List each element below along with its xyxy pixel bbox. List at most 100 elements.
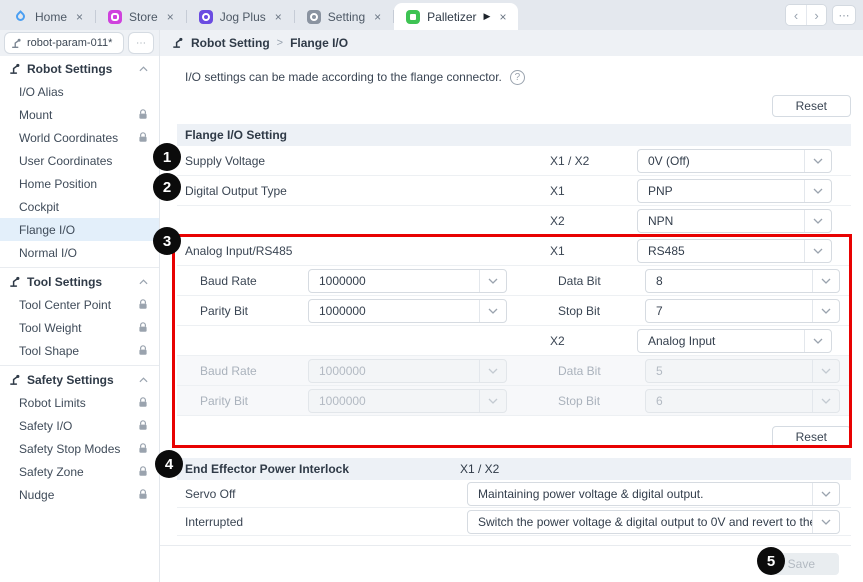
section-title: End Effector Power Interlock (185, 462, 460, 476)
sidebar-item-safety-stop-modes[interactable]: Safety Stop Modes (0, 437, 159, 460)
play-icon: ▶ (484, 11, 491, 22)
tab-palletizer[interactable]: Palletizer ▶ × (394, 3, 518, 30)
tab-jog-plus[interactable]: Jog Plus × (187, 3, 294, 30)
select-value: 1000000 (309, 360, 479, 382)
robot-param-field[interactable]: robot-param-011* (4, 32, 124, 54)
analog-x1-select[interactable]: RS485 (637, 239, 832, 263)
tab-back-button[interactable]: ‹ (786, 5, 806, 25)
select-value: PNP (638, 180, 804, 202)
row-label: Parity Bit (200, 304, 308, 318)
save-button[interactable]: Save (764, 553, 839, 575)
select-value: 7 (646, 300, 812, 322)
stop-bit-x1-select[interactable]: 7 (645, 299, 840, 323)
palletizer-app-icon (406, 10, 420, 24)
section-label: Safety Settings (27, 373, 114, 387)
lock-icon (138, 345, 148, 356)
tab-store[interactable]: Store × (96, 3, 186, 30)
chevron-down-icon (812, 270, 839, 292)
row-label: Digital Output Type (185, 184, 550, 198)
chevron-down-icon (804, 180, 831, 202)
jog-plus-app-icon (199, 10, 213, 24)
sidebar-item-cockpit[interactable]: Cockpit (0, 195, 159, 218)
item-label: Mount (19, 108, 52, 122)
tab-forward-button[interactable]: › (806, 5, 826, 25)
baud-rate-x2-select: 1000000 (308, 359, 507, 383)
section-divider (0, 267, 159, 268)
row-label: Baud Rate (200, 274, 308, 288)
parity-bit-x1-select[interactable]: 1000000 (308, 299, 507, 323)
section-label: Tool Settings (27, 275, 102, 289)
tab-label: Store (129, 10, 158, 24)
port-label: X1 (550, 244, 637, 258)
param-more-button[interactable]: ⋯ (128, 32, 154, 54)
reset-button-top[interactable]: Reset (772, 95, 851, 117)
sidebar-item-tool-shape[interactable]: Tool Shape (0, 339, 159, 362)
sidebar-item-world-coordinates[interactable]: World Coordinates (0, 126, 159, 149)
select-value: Analog Input (638, 330, 804, 352)
close-icon[interactable]: × (167, 10, 174, 24)
sidebar-item-normal-io[interactable]: Normal I/O (0, 241, 159, 264)
close-icon[interactable]: × (275, 10, 282, 24)
section-robot-settings[interactable]: Robot Settings (0, 58, 159, 80)
sidebar-item-user-coordinates[interactable]: User Coordinates (0, 149, 159, 172)
sidebar-item-nudge[interactable]: Nudge (0, 483, 159, 506)
port-label: Data Bit (558, 364, 645, 378)
section-tool-settings[interactable]: Tool Settings (0, 271, 159, 293)
item-label: Flange I/O (19, 223, 75, 237)
servo-off-select[interactable]: Maintaining power voltage & digital outp… (467, 482, 840, 506)
lock-icon (138, 132, 148, 143)
sidebar-item-tool-weight[interactable]: Tool Weight (0, 316, 159, 339)
item-label: User Coordinates (19, 154, 112, 168)
select-value: RS485 (638, 240, 804, 262)
section-safety-settings[interactable]: Safety Settings (0, 369, 159, 391)
baud-rate-x1-select[interactable]: 1000000 (308, 269, 507, 293)
data-bit-x1-select[interactable]: 8 (645, 269, 840, 293)
tab-setting[interactable]: Setting × (295, 3, 393, 30)
section-title: Flange I/O Setting (185, 128, 287, 142)
reset-button-analog[interactable]: Reset (772, 426, 851, 448)
robot-icon (172, 37, 184, 49)
lock-icon (138, 420, 148, 431)
tabbar-more-button[interactable]: ⋯ (832, 5, 856, 25)
table-row-supply-voltage: Supply Voltage X1 / X2 0V (Off) (177, 146, 851, 176)
chevron-up-icon (139, 66, 148, 72)
interrupted-select[interactable]: Switch the power voltage & digital outpu… (467, 510, 840, 534)
chevron-down-icon (812, 360, 839, 382)
close-icon[interactable]: × (374, 10, 381, 24)
analog-x2-select[interactable]: Analog Input (637, 329, 832, 353)
help-icon[interactable]: ? (510, 70, 525, 85)
breadcrumb-separator-icon: > (277, 37, 283, 49)
sidebar-item-mount[interactable]: Mount (0, 103, 159, 126)
chevron-down-icon (479, 300, 506, 322)
setting-app-icon (307, 10, 321, 24)
chevron-up-icon (139, 377, 148, 383)
sidebar-item-safety-io[interactable]: Safety I/O (0, 414, 159, 437)
supply-voltage-select[interactable]: 0V (Off) (637, 149, 832, 173)
tab-home[interactable]: Home × (2, 3, 95, 30)
select-value: 1000000 (309, 300, 479, 322)
tab-nav-group: ‹ › (785, 4, 827, 26)
breadcrumb-current: Flange I/O (290, 36, 348, 50)
sidebar-item-safety-zone[interactable]: Safety Zone (0, 460, 159, 483)
row-label: Supply Voltage (185, 154, 550, 168)
digital-output-x2-select[interactable]: NPN (637, 209, 832, 233)
tab-label: Home (35, 10, 67, 24)
lock-icon (138, 443, 148, 454)
close-icon[interactable]: × (76, 10, 83, 24)
digital-output-x1-select[interactable]: PNP (637, 179, 832, 203)
close-icon[interactable]: × (499, 10, 506, 24)
item-label: Safety I/O (19, 419, 72, 433)
breadcrumb-root[interactable]: Robot Setting (191, 36, 270, 50)
row-label: Baud Rate (200, 364, 308, 378)
sidebar-item-home-position[interactable]: Home Position (0, 172, 159, 195)
table-row-baud-rate-x2: Baud Rate 1000000 Data Bit 5 (177, 356, 851, 386)
sidebar-item-flange-io[interactable]: Flange I/O (0, 218, 159, 241)
item-label: Robot Limits (19, 396, 86, 410)
chevron-down-icon (804, 240, 831, 262)
sidebar-item-robot-limits[interactable]: Robot Limits (0, 391, 159, 414)
port-label: X1 / X2 (550, 154, 637, 168)
sidebar-item-tool-center-point[interactable]: Tool Center Point (0, 293, 159, 316)
sidebar-item-io-alias[interactable]: I/O Alias (0, 80, 159, 103)
lock-icon (138, 322, 148, 333)
lock-icon (138, 466, 148, 477)
